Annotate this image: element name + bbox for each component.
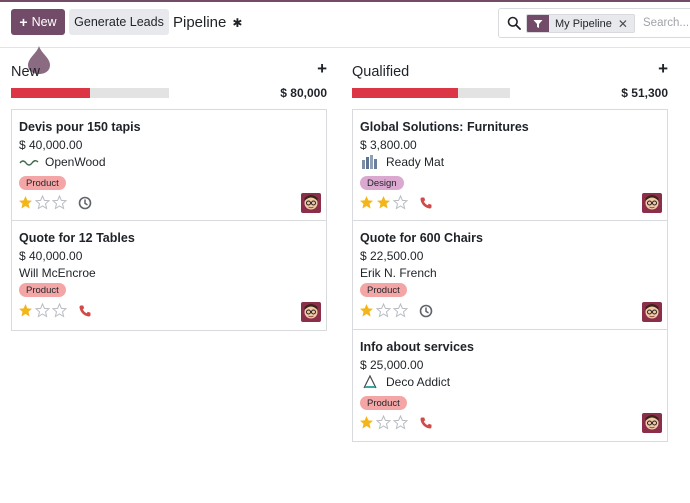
star-empty-icon[interactable]	[35, 195, 50, 210]
tag-badge: Product	[360, 283, 407, 297]
star-filled-icon[interactable]	[18, 303, 33, 318]
progress-fill	[11, 88, 90, 98]
priority-stars	[359, 195, 408, 210]
avatar[interactable]	[642, 413, 662, 433]
column-progress-bar[interactable]	[352, 88, 510, 98]
card-amount: $ 25,000.00	[360, 358, 424, 372]
card-customer: Ready Mat	[360, 155, 444, 169]
card-amount: $ 22,500.00	[360, 249, 424, 263]
column-total: $ 51,300	[621, 86, 668, 100]
star-empty-icon[interactable]	[376, 303, 391, 318]
clock-icon[interactable]	[419, 304, 433, 318]
control-panel: + New Generate Leads Pipeline ✱ My Pipel…	[0, 2, 690, 48]
readymat-logo-icon	[360, 155, 380, 169]
breadcrumb: Pipeline ✱	[173, 14, 242, 31]
kanban-card[interactable]: Global Solutions: Furnitures $ 3,800.00 Re…	[353, 110, 667, 221]
star-filled-icon[interactable]	[359, 415, 374, 430]
avatar[interactable]	[301, 302, 321, 322]
card-amount: $ 40,000.00	[19, 249, 83, 263]
star-empty-icon[interactable]	[376, 415, 391, 430]
priority-stars	[359, 303, 408, 318]
kanban-card[interactable]: Info about services $ 25,000.00 Deco Addic…	[353, 330, 667, 441]
phone-icon[interactable]	[78, 304, 92, 318]
avatar[interactable]	[301, 193, 321, 213]
card-customer: Erik N. French	[360, 266, 437, 280]
search-input[interactable]: Search...	[643, 17, 689, 29]
quick-create-icon[interactable]: +	[317, 59, 327, 79]
star-filled-icon[interactable]	[359, 195, 374, 210]
star-filled-icon[interactable]	[359, 303, 374, 318]
card-title: Info about services	[360, 340, 474, 354]
kanban-card[interactable]: Quote for 12 Tables $ 40,000.00 Will McEnc…	[12, 221, 326, 330]
card-title: Quote for 12 Tables	[19, 231, 135, 245]
tag-badge: Product	[360, 396, 407, 410]
card-amount: $ 40,000.00	[19, 138, 83, 152]
new-button-label: New	[31, 15, 57, 29]
facet-label: My Pipeline	[555, 17, 612, 30]
card-list: Devis pour 150 tapis $ 40,000.00 OpenWood P…	[11, 109, 327, 331]
gear-icon[interactable]: ✱	[232, 16, 242, 30]
new-button[interactable]: + New	[11, 9, 65, 35]
star-empty-icon[interactable]	[35, 303, 50, 318]
customer-name: Deco Addict	[386, 375, 451, 389]
kanban-card[interactable]: Quote for 600 Chairs $ 22,500.00 Erik N. F…	[353, 221, 667, 330]
avatar[interactable]	[642, 193, 662, 213]
search-facet: My Pipeline ✕	[526, 14, 635, 33]
column-progress-bar[interactable]	[11, 88, 169, 98]
phone-icon[interactable]	[419, 196, 433, 210]
facet-remove-icon[interactable]: ✕	[618, 15, 634, 32]
tag-badge: Design	[360, 176, 404, 190]
search-bar[interactable]: My Pipeline ✕ Search...	[498, 8, 690, 38]
phone-icon[interactable]	[419, 416, 433, 430]
customer-name: Erik N. French	[360, 266, 437, 280]
avatar[interactable]	[642, 302, 662, 322]
card-customer: Will McEncroe	[19, 266, 96, 280]
star-filled-icon[interactable]	[376, 195, 391, 210]
decoaddict-logo-icon	[360, 374, 380, 389]
search-icon[interactable]	[507, 16, 521, 30]
tag-badge: Product	[19, 176, 66, 190]
star-filled-icon[interactable]	[18, 195, 33, 210]
star-empty-icon[interactable]	[52, 303, 67, 318]
generate-leads-button[interactable]: Generate Leads	[69, 9, 169, 35]
star-empty-icon[interactable]	[393, 303, 408, 318]
customer-name: OpenWood	[45, 155, 106, 169]
column-title[interactable]: Qualified	[352, 64, 409, 80]
star-empty-icon[interactable]	[393, 195, 408, 210]
card-list: Global Solutions: Furnitures $ 3,800.00 Re…	[352, 109, 668, 442]
progress-fill	[352, 88, 458, 98]
star-empty-icon[interactable]	[393, 415, 408, 430]
customer-name: Ready Mat	[386, 155, 445, 169]
customer-name: Will McEncroe	[19, 266, 96, 280]
card-title: Quote for 600 Chairs	[360, 231, 483, 245]
column-title[interactable]: New	[11, 64, 40, 80]
card-title: Global Solutions: Furnitures	[360, 120, 529, 134]
quick-create-icon[interactable]: +	[658, 59, 668, 79]
clock-icon[interactable]	[78, 196, 92, 210]
priority-stars	[359, 415, 408, 430]
tag-badge: Product	[19, 283, 66, 297]
star-empty-icon[interactable]	[52, 195, 67, 210]
priority-stars	[18, 195, 67, 210]
column-total: $ 80,000	[280, 86, 327, 100]
card-customer: OpenWood	[19, 155, 106, 169]
openwood-logo-icon	[19, 155, 39, 169]
priority-stars	[18, 303, 67, 318]
card-amount: $ 3,800.00	[360, 138, 417, 152]
card-customer: Deco Addict	[360, 374, 451, 389]
page-title: Pipeline	[173, 14, 227, 31]
card-title: Devis pour 150 tapis	[19, 120, 141, 134]
plus-icon: +	[19, 14, 28, 30]
kanban-card[interactable]: Devis pour 150 tapis $ 40,000.00 OpenWood P…	[12, 110, 326, 221]
filter-icon	[527, 15, 549, 32]
